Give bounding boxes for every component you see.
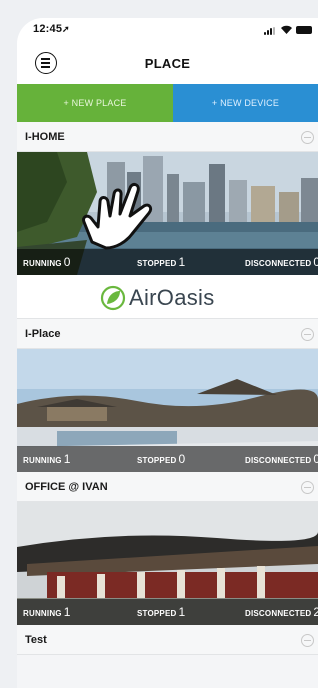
location-arrow-icon: ➚ [62, 24, 70, 34]
place-header-ihome[interactable]: I-HOME [17, 122, 318, 152]
place-photo-office[interactable]: RUNNING 1 STOPPED 1 DISCONNECTED 2 [17, 502, 318, 625]
status-bar: 12:45 ➚ [17, 18, 318, 42]
place-stats: RUNNING 1 STOPPED 1 DISCONNECTED 2 [17, 599, 318, 625]
signal-icon [264, 27, 278, 35]
new-place-button[interactable]: + NEW PLACE [17, 84, 173, 122]
remove-icon[interactable] [301, 131, 314, 144]
stopped-stat: STOPPED 0 [137, 452, 186, 466]
place-stats: RUNNING 0 STOPPED 1 DISCONNECTED 0 [17, 249, 318, 275]
place-name: I-HOME [25, 131, 65, 143]
place-stats: RUNNING 1 STOPPED 0 DISCONNECTED 0 [17, 446, 318, 472]
app-header: PLACE [17, 42, 318, 84]
place-name: Test [25, 634, 47, 646]
brand-banner: AirOasis [17, 275, 318, 319]
running-stat: RUNNING 1 [23, 605, 71, 619]
status-time: 12:45 [33, 23, 63, 35]
place-header-office[interactable]: OFFICE @ IVAN [17, 472, 318, 502]
battery-icon [296, 26, 312, 34]
remove-icon[interactable] [301, 634, 314, 647]
page-title: PLACE [144, 56, 191, 71]
app-screen: 12:45 ➚ PLACE + NEW PLACE + NEW DEVICE I… [17, 18, 318, 688]
action-bar: + NEW PLACE + NEW DEVICE [17, 84, 318, 122]
place-list: I-HOME RUNNING 0 STOPPED 1 DISCONNECTED … [17, 122, 318, 655]
tap-hand-icon [82, 182, 153, 250]
leaf-logo-icon [100, 285, 126, 311]
phone-device: 12:45 ➚ PLACE + NEW PLACE + NEW DEVICE I… [0, 0, 318, 688]
remove-icon[interactable] [301, 481, 314, 494]
disconnected-stat: DISCONNECTED 2 [245, 605, 318, 619]
running-stat: RUNNING 0 [23, 255, 71, 269]
running-stat: RUNNING 1 [23, 452, 71, 466]
wifi-icon [281, 25, 292, 34]
place-name: I-Place [25, 328, 61, 340]
place-photo-iplace[interactable]: RUNNING 1 STOPPED 0 DISCONNECTED 0 [17, 349, 318, 472]
place-photo-ihome[interactable]: RUNNING 0 STOPPED 1 DISCONNECTED 0 [17, 152, 318, 275]
place-header-test[interactable]: Test [17, 625, 318, 655]
disconnected-stat: DISCONNECTED 0 [245, 452, 318, 466]
new-device-button[interactable]: + NEW DEVICE [173, 84, 318, 122]
place-header-iplace[interactable]: I-Place [17, 319, 318, 349]
brand-name: AirOasis [129, 285, 215, 310]
place-name: OFFICE @ IVAN [25, 481, 108, 493]
remove-icon[interactable] [301, 328, 314, 341]
stopped-stat: STOPPED 1 [137, 605, 186, 619]
disconnected-stat: DISCONNECTED 0 [245, 255, 318, 269]
